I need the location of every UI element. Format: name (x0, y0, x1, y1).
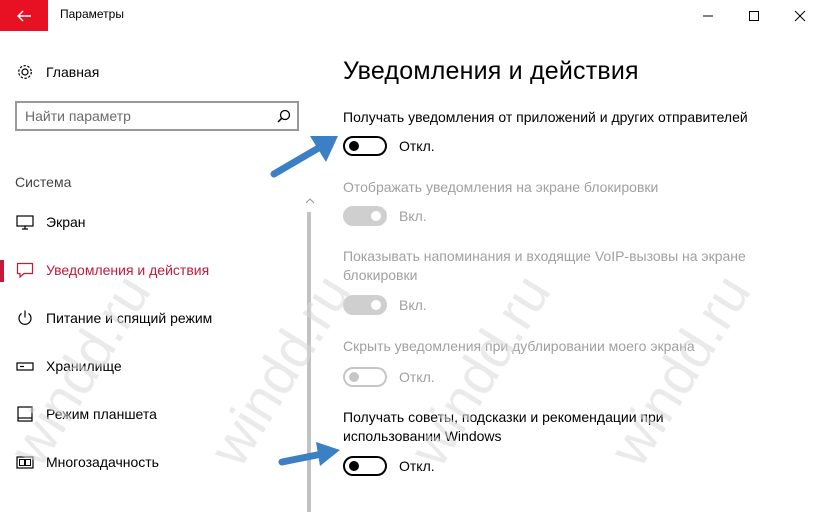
window-title: Параметры (60, 7, 124, 21)
storage-icon (16, 362, 34, 371)
search-icon[interactable] (277, 109, 291, 123)
toggle-state-label: Вкл. (399, 208, 427, 224)
toggle-row-tips: Откл. (343, 455, 435, 477)
gear-icon (18, 65, 32, 79)
toggle-knob (349, 372, 359, 382)
sidebar-item-label: Хранилище (46, 358, 122, 374)
toggle-row-reminders-voip: Вкл. (343, 294, 427, 316)
minimize-icon (703, 15, 713, 16)
toggle-reminders-voip[interactable] (343, 295, 387, 315)
annotation-arrow-icon (270, 136, 338, 178)
toggle-knob (371, 211, 381, 221)
sidebar-item-label: Уведомления и действия (46, 262, 210, 278)
group-header: Система (15, 174, 72, 190)
maximize-icon (749, 10, 759, 21)
setting-tips: Получать советы, подсказки и рекомендаци… (343, 408, 743, 446)
title-bar: Параметры (0, 0, 823, 31)
sidebar-item-label: Многозадачность (46, 454, 159, 470)
maximize-button[interactable] (731, 0, 777, 31)
main-content: Уведомления и действия Получать уведомле… (320, 31, 823, 487)
search-box[interactable] (15, 101, 299, 131)
setting-description: Скрыть уведомления при дублировании моег… (343, 338, 695, 354)
setting-description: Получать уведомления от приложений и дру… (343, 109, 748, 125)
toggle-tips[interactable] (343, 456, 387, 476)
back-button[interactable] (0, 0, 48, 31)
close-button[interactable] (777, 0, 823, 31)
power-icon (18, 310, 32, 325)
setting-description: Отображать уведомления на экране блокиро… (343, 179, 659, 195)
search-input[interactable] (25, 107, 265, 125)
setting-description: Получать советы, подсказки и рекомендаци… (343, 409, 664, 444)
toggle-row-app-notifications: Откл. (343, 135, 435, 157)
toggle-app-notifications[interactable] (343, 136, 387, 156)
monitor-icon (16, 215, 34, 230)
multitasking-icon (16, 456, 34, 469)
toggle-row-hide-when-duplicating: Откл. (343, 366, 435, 388)
page-title: Уведомления и действия (343, 57, 639, 85)
toggle-hide-when-duplicating[interactable] (343, 367, 387, 387)
notification-icon (16, 262, 34, 279)
sidebar-item-notifications[interactable]: Уведомления и действия (0, 250, 300, 290)
setting-app-notifications: Получать уведомления от приложений и дру… (343, 108, 803, 127)
toggle-knob (349, 461, 359, 471)
sidebar-item-label: Режим планшета (46, 406, 157, 422)
setting-hide-when-duplicating: Скрыть уведомления при дублировании моег… (343, 337, 803, 356)
sidebar-item-storage[interactable]: Хранилище (0, 346, 300, 386)
setting-lock-screen-notifications: Отображать уведомления на экране блокиро… (343, 178, 803, 197)
back-arrow-icon (17, 10, 31, 21)
close-icon (794, 10, 806, 21)
toggle-knob (371, 300, 381, 310)
sidebar-item-home[interactable]: Главная (16, 62, 99, 82)
toggle-knob (349, 141, 359, 151)
sidebar: Главная Система Экран Уведомления и дейс… (0, 31, 320, 512)
setting-reminders-voip: Показывать напоминания и входящие VoIP-в… (343, 247, 783, 285)
toggle-state-label: Откл. (399, 458, 435, 474)
sidebar-item-tablet[interactable]: Режим планшета (0, 394, 300, 434)
toggle-state-label: Откл. (399, 138, 435, 154)
sidebar-item-label: Главная (46, 64, 100, 80)
sidebar-item-label: Экран (46, 214, 86, 230)
minimize-button[interactable] (685, 0, 731, 31)
selection-indicator (0, 260, 4, 282)
scroll-up-icon[interactable] (304, 196, 316, 206)
tablet-icon (17, 406, 33, 422)
sidebar-item-display[interactable]: Экран (0, 202, 300, 242)
sidebar-item-label: Питание и спящий режим (46, 310, 213, 326)
sidebar-item-power[interactable]: Питание и спящий режим (0, 298, 300, 338)
toggle-row-lock-screen-notifications: Вкл. (343, 205, 427, 227)
setting-description: Показывать напоминания и входящие VoIP-в… (343, 248, 746, 283)
sidebar-item-multitasking[interactable]: Многозадачность (0, 442, 300, 482)
annotation-arrow-icon (278, 442, 340, 466)
toggle-state-label: Откл. (399, 369, 435, 385)
toggle-state-label: Вкл. (399, 297, 427, 313)
toggle-lock-screen-notifications[interactable] (343, 206, 387, 226)
